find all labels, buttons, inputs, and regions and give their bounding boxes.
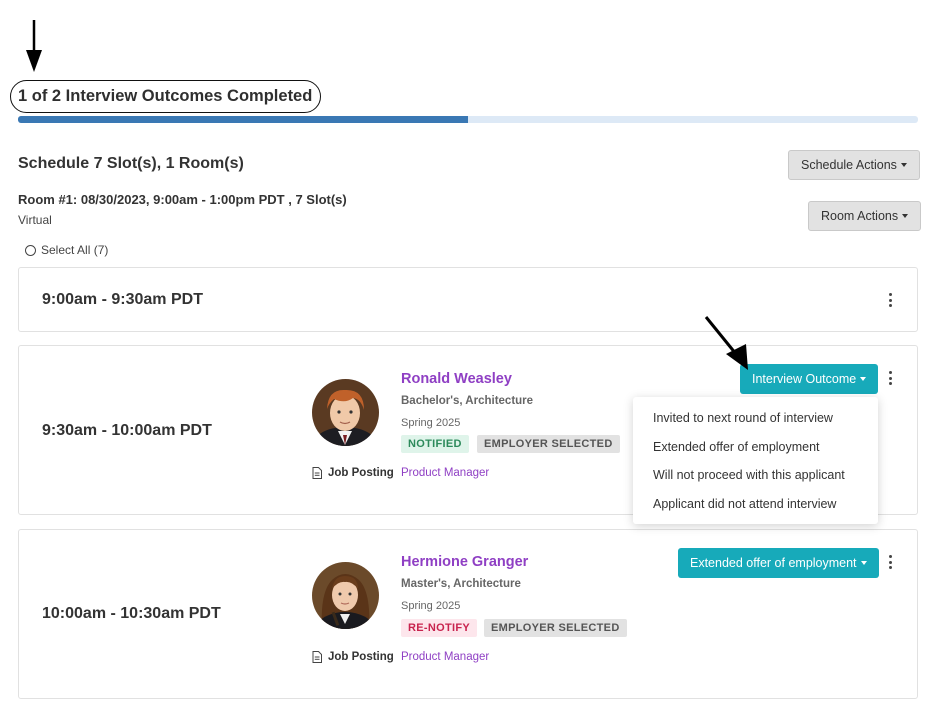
select-all-radio[interactable]: Select All (7) [25, 243, 108, 257]
room-actions-label: Room Actions [821, 209, 899, 223]
status-badge: RE-NOTIFY [401, 619, 477, 637]
document-icon [312, 651, 322, 663]
job-posting-label-text: Job Posting [328, 651, 394, 663]
candidate-degree: Master's, Architecture [401, 578, 521, 590]
caret-down-icon [900, 163, 907, 167]
candidate-term: Spring 2025 [401, 417, 461, 429]
candidate-name-link[interactable]: Hermione Granger [401, 554, 528, 570]
annotation-arrow-icon [26, 20, 42, 72]
room-title: Room #1: 08/30/2023, 9:00am - 1:00pm PDT… [18, 192, 347, 207]
interview-outcome-button[interactable]: Extended offer of employment [678, 548, 879, 578]
menu-item-did-not-attend[interactable]: Applicant did not attend interview [633, 490, 878, 519]
slot-time: 9:30am - 10:00am PDT [42, 422, 212, 439]
interview-outcome-label: Interview Outcome [752, 372, 857, 386]
status-badge: NOTIFIED [401, 435, 469, 453]
caret-down-icon [860, 377, 867, 381]
avatar [312, 562, 379, 629]
progress-bar-fill [18, 116, 468, 123]
job-posting-link[interactable]: Product Manager [401, 467, 489, 479]
status-badge: EMPLOYER SELECTED [484, 619, 627, 637]
status-badge: EMPLOYER SELECTED [477, 435, 620, 453]
outcome-dropdown-menu: Invited to next round of interview Exten… [633, 397, 878, 524]
schedule-actions-label: Schedule Actions [801, 158, 897, 172]
more-options-icon[interactable] [887, 371, 893, 385]
slot-time: 10:00am - 10:30am PDT [42, 605, 221, 622]
avatar [312, 379, 379, 446]
candidate-degree: Bachelor's, Architecture [401, 395, 534, 407]
menu-item-invited-next-round[interactable]: Invited to next round of interview [633, 404, 878, 433]
job-posting-label: Job Posting [312, 467, 394, 479]
menu-item-will-not-proceed[interactable]: Will not proceed with this applicant [633, 461, 878, 490]
slot-card: 10:00am - 10:30am PDT Hermione Granger M… [18, 529, 918, 699]
slot-time: 9:00am - 9:30am PDT [42, 291, 203, 308]
progress-title: 1 of 2 Interview Outcomes Completed [10, 80, 322, 113]
more-options-icon[interactable] [887, 293, 893, 307]
candidate-term: Spring 2025 [401, 600, 461, 612]
select-all-label: Select All (7) [41, 243, 109, 257]
document-icon [312, 467, 322, 479]
menu-item-extended-offer[interactable]: Extended offer of employment [633, 433, 878, 462]
caret-down-icon [902, 214, 909, 218]
progress-bar [18, 116, 918, 123]
more-options-icon[interactable] [887, 555, 893, 569]
interview-outcome-button[interactable]: Interview Outcome [740, 364, 879, 394]
room-location: Virtual [18, 213, 52, 227]
slot-card: 9:00am - 9:30am PDT [18, 267, 918, 332]
caret-down-icon [860, 561, 867, 565]
schedule-title: Schedule 7 Slot(s), 1 Room(s) [18, 155, 244, 172]
annotation-arrow-icon [704, 316, 748, 370]
job-posting-label-text: Job Posting [328, 467, 394, 479]
job-posting-label: Job Posting [312, 651, 394, 663]
job-posting-link[interactable]: Product Manager [401, 651, 489, 663]
schedule-actions-button[interactable]: Schedule Actions [788, 150, 920, 180]
candidate-name-link[interactable]: Ronald Weasley [401, 371, 512, 387]
room-actions-button[interactable]: Room Actions [808, 201, 922, 231]
radio-icon [25, 244, 36, 256]
interview-outcome-label: Extended offer of employment [690, 556, 857, 570]
